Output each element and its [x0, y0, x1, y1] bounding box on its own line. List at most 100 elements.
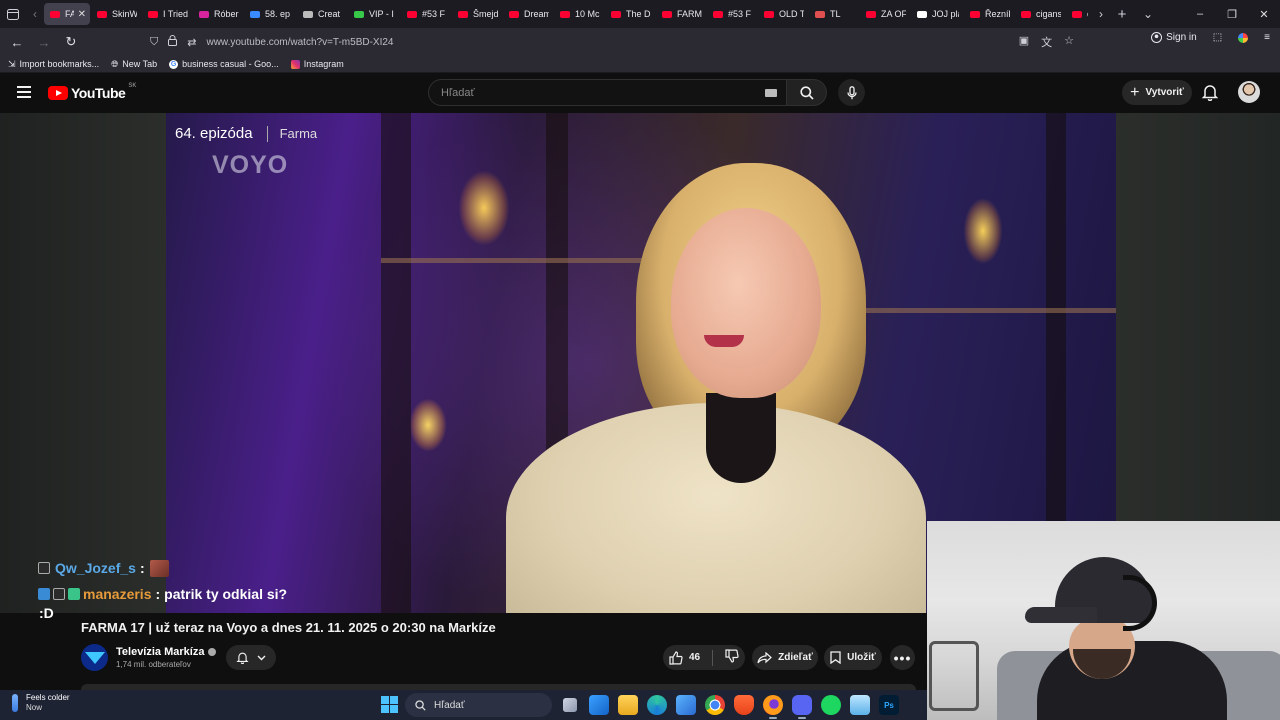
browser-tab[interactable]: co: [1066, 3, 1092, 25]
bookmark-new-tab[interactable]: 🌐︎ New Tab: [111, 59, 157, 70]
create-button[interactable]: + Vytvoriť: [1122, 80, 1192, 105]
import-icon: ⇲: [8, 58, 16, 69]
browser-tab[interactable]: Róber: [193, 3, 243, 25]
dislike-button[interactable]: [725, 649, 739, 666]
url-text[interactable]: www.youtube.com/watch?v=T-m5BD-XI24: [206, 37, 393, 48]
like-divider: [712, 649, 714, 666]
taskbar-search-input[interactable]: Hľadať: [405, 693, 552, 717]
notifications-bell-icon[interactable]: [1201, 83, 1219, 102]
reload-icon[interactable]: ↻: [59, 30, 83, 54]
browser-tab[interactable]: ZA OF: [860, 3, 910, 25]
like-button[interactable]: 46: [669, 650, 700, 665]
search-button[interactable]: [787, 79, 827, 106]
scroll-tabs-left-icon[interactable]: ‹: [26, 0, 44, 28]
url-bar[interactable]: ⛉ ⇄ www.youtube.com/watch?v=T-m5BD-XI24 …: [150, 31, 1074, 53]
close-tab-icon[interactable]: ✕: [78, 9, 86, 20]
scroll-tabs-right-icon[interactable]: ›: [1093, 0, 1109, 28]
search-input[interactable]: Hľadať: [428, 79, 787, 106]
photos-icon[interactable]: [676, 695, 696, 715]
voice-search-button[interactable]: [838, 79, 865, 106]
maximize-icon[interactable]: ❐: [1216, 8, 1248, 21]
back-icon[interactable]: ←: [5, 30, 29, 54]
browser-tab[interactable]: Creat: [297, 3, 347, 25]
notepad-icon[interactable]: [850, 695, 870, 715]
menu-icon[interactable]: ≡: [1264, 32, 1270, 43]
extensions-icon[interactable]: ⬚: [1213, 32, 1222, 43]
browser-tab[interactable]: FAR ✕: [44, 3, 90, 25]
save-button[interactable]: Uložiť: [824, 645, 882, 670]
windows-start-icon[interactable]: [381, 696, 398, 713]
more-actions-button[interactable]: •••: [890, 645, 915, 670]
person-face: [671, 208, 821, 398]
bookmark-instagram[interactable]: Instagram: [290, 59, 344, 69]
browser-tab[interactable]: I Tried: [142, 3, 192, 25]
verified-icon: [208, 648, 217, 656]
user-avatar[interactable]: [1238, 81, 1260, 103]
tab-list-icon[interactable]: [0, 0, 26, 28]
instagram-icon: [290, 59, 300, 69]
tab-label: The D: [626, 9, 651, 19]
weather-subtitle: Now: [26, 703, 43, 712]
streamer-webcam: [927, 521, 1280, 720]
subscription-notifications-button[interactable]: [226, 645, 276, 670]
profile-color-icon[interactable]: [1238, 32, 1249, 43]
tab-list: FAR ✕ SkinW I Tried Róber 58. ep Creat VIP - I #…: [44, 0, 1093, 28]
task-view-icon[interactable]: [563, 698, 577, 712]
new-tab-icon[interactable]: +: [1109, 0, 1135, 28]
brave-icon[interactable]: [734, 695, 754, 715]
bookmark-business-casual[interactable]: G business casual - Goo...: [169, 59, 279, 69]
sign-in-button[interactable]: Sign in: [1151, 32, 1197, 43]
tab-favicon-icon: [815, 10, 825, 18]
keyboard-icon[interactable]: [765, 89, 777, 97]
youtube-logo[interactable]: YouTube SK: [48, 83, 136, 101]
browser-tab[interactable]: JOJ play: [911, 3, 963, 25]
browser-tab[interactable]: VIP - I: [348, 3, 400, 25]
browser-tab[interactable]: OLD T: [758, 3, 808, 25]
forward-icon[interactable]: →: [32, 30, 56, 54]
lock-icon[interactable]: [168, 35, 178, 49]
browser-tab[interactable]: #53 F: [401, 3, 451, 25]
channel-name[interactable]: Televízia Markíza: [116, 646, 217, 658]
firefox-icon[interactable]: [763, 695, 783, 719]
browser-tab[interactable]: SkinW: [91, 3, 141, 25]
browser-tab[interactable]: Dream: [503, 3, 553, 25]
bookmark-import[interactable]: ⇲ Import bookmarks...: [8, 59, 99, 70]
guide-menu-icon[interactable]: [17, 86, 31, 98]
browser-tab[interactable]: TL: [809, 3, 859, 25]
chat-message: patrik ty odkial si?: [164, 586, 288, 602]
browser-nav-bar: ← → ↻ ⛉ ⇄ www.youtube.com/watch?v=T-m5BD…: [0, 28, 1280, 56]
microsoft-store-icon[interactable]: [589, 695, 609, 715]
thumbs-down-icon: [725, 649, 739, 663]
bookmark-star-icon[interactable]: ☆: [1064, 34, 1074, 50]
close-window-icon[interactable]: ✕: [1248, 8, 1280, 21]
weather-widget[interactable]: Feels colder Now: [12, 693, 70, 713]
edge-icon[interactable]: [647, 695, 667, 715]
tab-favicon-icon: [509, 10, 519, 18]
spotify-icon[interactable]: [821, 695, 841, 715]
browser-tab[interactable]: cigans: [1015, 3, 1065, 25]
channel-avatar[interactable]: [81, 644, 108, 671]
browser-tab[interactable]: 10 Mc: [554, 3, 604, 25]
browser-tab[interactable]: #53 F: [707, 3, 757, 25]
photoshop-icon[interactable]: Ps: [879, 695, 899, 715]
browser-tab[interactable]: 58. ep: [244, 3, 296, 25]
translate-icon[interactable]: 文: [1041, 34, 1052, 50]
tab-dropdown-icon[interactable]: ⌄: [1135, 0, 1161, 28]
permissions-icon[interactable]: ⇄: [187, 36, 196, 49]
share-button[interactable]: Zdieľať: [752, 645, 818, 670]
chat-username: Qw_Jozef_s: [55, 560, 136, 576]
reader-view-icon[interactable]: ▣: [1019, 34, 1029, 50]
browser-tab[interactable]: Řezník: [964, 3, 1014, 25]
browser-tab[interactable]: The D: [605, 3, 655, 25]
shield-icon[interactable]: ⛉: [150, 36, 158, 49]
minimize-icon[interactable]: –: [1184, 8, 1216, 20]
tab-favicon-icon: [303, 10, 313, 18]
file-explorer-icon[interactable]: [618, 695, 638, 715]
chrome-icon[interactable]: [705, 695, 725, 715]
tab-label: Dream: [524, 9, 549, 19]
discord-icon[interactable]: [792, 695, 812, 719]
browser-tab[interactable]: Šmejd: [452, 3, 502, 25]
youtube-logo-text: YouTube: [71, 85, 126, 101]
browser-tab[interactable]: FARM: [656, 3, 706, 25]
tab-favicon-icon: [866, 10, 876, 18]
